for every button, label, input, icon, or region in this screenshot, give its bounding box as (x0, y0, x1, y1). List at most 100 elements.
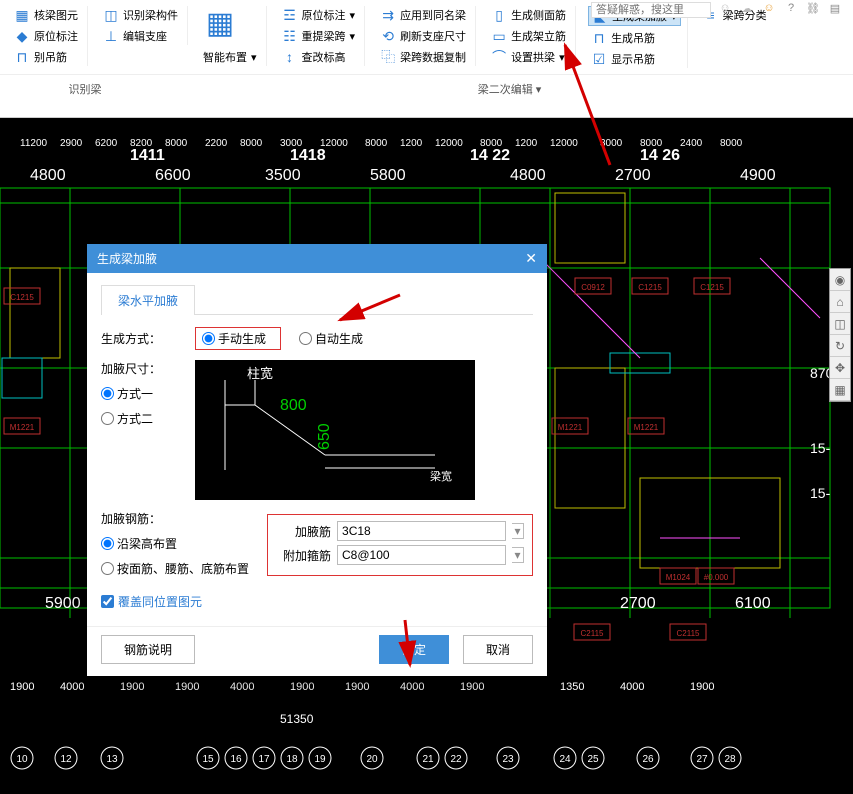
radio-by-faces[interactable]: 按面筋、腰筋、底筋布置 (101, 560, 249, 577)
svg-text:M1024: M1024 (666, 573, 691, 582)
svg-text:4000: 4000 (400, 681, 424, 693)
btn-inplace-label[interactable]: ☲原位标注 ▾ (279, 6, 359, 24)
btn-ok[interactable]: 确定 (379, 635, 449, 664)
tool-home[interactable]: ⌂ (830, 291, 850, 313)
shirt-icon[interactable]: ⛓ (805, 2, 821, 18)
checkbox-overwrite[interactable] (101, 595, 114, 608)
svg-text:1411: 1411 (130, 147, 165, 164)
arch-icon: ⌒ (491, 49, 507, 65)
radio-manual[interactable]: 手动生成 (195, 327, 281, 350)
svg-text:12: 12 (60, 754, 72, 765)
elev-icon: ↕ (282, 49, 298, 65)
tool-globe[interactable]: ◉ (830, 269, 850, 291)
svg-text:11200: 11200 (20, 138, 48, 149)
btn-rec-hanger[interactable]: ⊓别吊筋 (11, 48, 81, 66)
tab-horizontal-haunch[interactable]: 梁水平加腋 (101, 285, 195, 315)
haunch-diagram: 柱宽 800 650 梁宽 (195, 360, 475, 500)
svg-text:1350: 1350 (560, 681, 584, 693)
ribbon-toolbar: ▦核梁图元 ◆原位标注 ⊓别吊筋 ◫识别梁构件 ⊥编辑支座 ▦ 智能布置 ▾ ☲… (0, 0, 853, 118)
search-input[interactable] (591, 2, 711, 18)
svg-text:6100: 6100 (735, 595, 771, 612)
btn-check-beam-elem[interactable]: ▦核梁图元 (11, 6, 81, 24)
svg-text:21: 21 (422, 754, 434, 765)
side-icon: ▯ (491, 7, 507, 23)
dropdown-extra-stirrup[interactable]: ▾ (512, 547, 524, 563)
svg-text:8000: 8000 (240, 138, 263, 149)
btn-rebar-explain[interactable]: 钢筋说明 (101, 635, 195, 664)
btn-show-hanger[interactable]: ☑显示吊筋 (588, 50, 681, 68)
help-icon[interactable]: ? (783, 2, 799, 18)
input-haunch-bar[interactable] (337, 521, 506, 541)
svg-text:1900: 1900 (120, 681, 144, 693)
btn-recognize-beam[interactable]: ◫识别梁构件 (100, 6, 181, 24)
svg-text:4900: 4900 (740, 167, 776, 184)
svg-text:4800: 4800 (510, 167, 546, 184)
btn-edit-support[interactable]: ⊥编辑支座 (100, 27, 181, 45)
refresh-icon: ⟲ (380, 28, 396, 44)
svg-text:M1221: M1221 (634, 423, 659, 432)
btn-edit-elev[interactable]: ↕查改标高 (279, 48, 359, 66)
radio-mode1[interactable]: 方式一 (101, 385, 177, 402)
btn-re-span[interactable]: ☷重提梁跨 ▾ (279, 27, 359, 45)
tool-zoom[interactable]: ▦ (830, 379, 850, 401)
input-extra-stirrup[interactable] (337, 545, 506, 565)
checkbox-overwrite-label: 覆盖同位置图元 (118, 593, 202, 610)
svg-text:3000: 3000 (600, 138, 623, 149)
btn-gen-siderebar[interactable]: ▯生成侧面筋 (488, 6, 569, 24)
svg-text:51350: 51350 (280, 712, 314, 726)
label-haunch-bar: 加腋筋 (276, 523, 331, 540)
svg-text:8000: 8000 (720, 138, 743, 149)
svg-text:1900: 1900 (690, 681, 714, 693)
radio-along-height[interactable]: 沿梁高布置 (101, 535, 249, 552)
book-icon[interactable]: ▤ (827, 2, 843, 18)
dialog-titlebar[interactable]: 生成梁加腋 ✕ (87, 244, 547, 273)
btn-orig-label[interactable]: ◆原位标注 (11, 27, 81, 45)
tool-cube[interactable]: ◫ (830, 313, 850, 335)
dialog-title-text: 生成梁加腋 (97, 250, 157, 267)
tool-pan[interactable]: ✥ (830, 357, 850, 379)
svg-text:M1221: M1221 (10, 423, 35, 432)
apply-icon: ⇉ (380, 7, 396, 23)
svg-text:1200: 1200 (400, 138, 423, 149)
btn-set-arch[interactable]: ⌒设置拱梁 ▾ (488, 48, 569, 66)
svg-text:15-: 15- (810, 440, 831, 456)
radio-auto[interactable]: 自动生成 (299, 330, 363, 347)
btn-cancel[interactable]: 取消 (463, 635, 533, 664)
svg-text:C0912: C0912 (581, 283, 605, 292)
svg-text:10: 10 (16, 754, 28, 765)
tool-refresh[interactable]: ↻ (830, 335, 850, 357)
btn-copy-span[interactable]: ⿻梁跨数据复制 (377, 48, 469, 66)
svg-text:19: 19 (314, 754, 326, 765)
svg-text:1200: 1200 (515, 138, 538, 149)
tab-bar: 梁水平加腋 (101, 285, 533, 315)
btn-refresh-support[interactable]: ⟲刷新支座尺寸 (377, 27, 469, 45)
btn-smart-layout[interactable]: 智能布置 ▾ (200, 48, 260, 66)
btn-apply-samename[interactable]: ⇉应用到同名梁 (377, 6, 469, 24)
svg-text:1900: 1900 (175, 681, 199, 693)
hanger2-icon: ⊓ (591, 30, 607, 46)
svg-text:C1215: C1215 (10, 293, 34, 302)
svg-text:1900: 1900 (345, 681, 369, 693)
btn-gen-framerebar[interactable]: ▭生成架立筋 (488, 27, 569, 45)
svg-text:15-: 15- (810, 485, 831, 501)
svg-text:20: 20 (366, 754, 378, 765)
btn-gen-hanger[interactable]: ⊓生成吊筋 (588, 29, 681, 47)
svg-text:24: 24 (559, 754, 571, 765)
section-secondary-edit[interactable]: 梁二次编辑 ▾ (171, 77, 848, 101)
svg-text:15: 15 (202, 754, 214, 765)
svg-text:28: 28 (724, 754, 736, 765)
chat-icon[interactable]: ☺ (761, 2, 777, 18)
svg-text:C1215: C1215 (700, 283, 724, 292)
bell-icon[interactable]: ☁ (739, 2, 755, 18)
dropdown-haunch-bar[interactable]: ▾ (512, 523, 524, 539)
svg-text:4000: 4000 (230, 681, 254, 693)
svg-text:4800: 4800 (30, 167, 66, 184)
close-icon[interactable]: ✕ (525, 250, 537, 267)
svg-text:14 22: 14 22 (470, 147, 510, 164)
svg-text:800: 800 (280, 397, 307, 414)
checkbox-icon: ☑ (591, 51, 607, 67)
user-icon[interactable]: ☺ (717, 2, 733, 18)
radio-mode2[interactable]: 方式二 (101, 410, 177, 427)
svg-text:16: 16 (230, 754, 242, 765)
svg-text:梁宽: 梁宽 (430, 469, 452, 483)
